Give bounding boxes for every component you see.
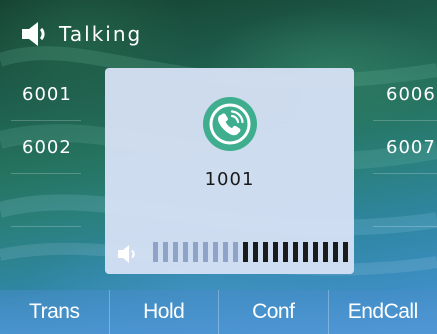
volume-segment <box>203 242 208 262</box>
volume-segment <box>153 242 158 262</box>
phone-handset-icon <box>203 97 257 151</box>
volume-segment <box>213 242 218 262</box>
volume-segment <box>293 242 298 262</box>
status-header: Talking <box>20 19 142 49</box>
volume-segment <box>263 242 268 262</box>
volume-segment <box>223 242 228 262</box>
softkey-hold[interactable]: Hold <box>110 290 219 334</box>
softkey-endcall[interactable]: EndCall <box>329 290 437 334</box>
volume-icon <box>118 245 135 263</box>
softkey-trans[interactable]: Trans <box>0 290 110 334</box>
volume-level-bar[interactable] <box>153 242 348 262</box>
volume-segment <box>183 242 188 262</box>
line-key-label: 6007 <box>386 136 436 158</box>
line-key-right-1[interactable]: 6006 <box>373 68 437 120</box>
volume-segment <box>243 242 248 262</box>
line-key-label: 6006 <box>386 83 436 105</box>
line-key-label: 6001 <box>22 83 72 105</box>
line-key-label: 6002 <box>22 136 72 158</box>
volume-segment <box>283 242 288 262</box>
volume-segment <box>343 242 348 262</box>
line-key-right-3[interactable] <box>373 174 437 226</box>
volume-segment <box>193 242 198 262</box>
line-key-right-2[interactable]: 6007 <box>373 121 437 173</box>
line-key-left-2[interactable]: 6002 <box>11 121 81 173</box>
volume-segment <box>253 242 258 262</box>
softkey-conf[interactable]: Conf <box>219 290 329 334</box>
volume-segment <box>313 242 318 262</box>
line-key-left-3[interactable] <box>11 174 81 226</box>
line-key-left-4[interactable] <box>11 227 81 279</box>
volume-segment <box>173 242 178 262</box>
volume-segment <box>333 242 338 262</box>
volume-segment <box>273 242 278 262</box>
volume-segment <box>323 242 328 262</box>
call-status-title: Talking <box>59 22 143 46</box>
softkey-bar: Trans Hold Conf EndCall <box>0 290 437 334</box>
speaker-icon <box>22 22 45 46</box>
line-key-right-4[interactable] <box>373 227 437 279</box>
active-call-card: 1001 <box>105 68 354 274</box>
caller-number: 1001 <box>204 169 255 190</box>
volume-segment <box>233 242 238 262</box>
line-key-left-1[interactable]: 6001 <box>11 68 81 120</box>
volume-segment <box>163 242 168 262</box>
volume-segment <box>303 242 308 262</box>
